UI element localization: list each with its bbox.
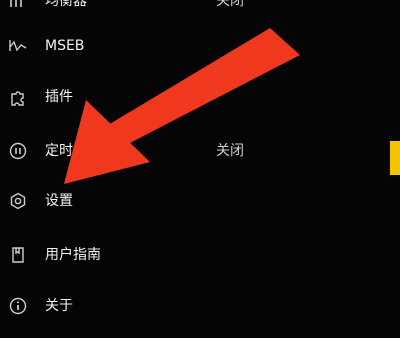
gear-icon [8, 191, 28, 211]
waveform-icon [8, 36, 28, 56]
pause-timer-icon [8, 141, 28, 161]
menu-item-label: 定时停 [45, 143, 87, 159]
scroll-indicator [390, 141, 400, 175]
menu-item-equalizer[interactable]: 均衡器 关闭 [0, 0, 300, 19]
menu-item-mseb[interactable]: MSEB [0, 28, 300, 64]
menu-item-label: 插件 [45, 89, 73, 105]
side-menu: 均衡器 关闭 MSEB 插件 定时停 关闭 设置 用户指南 关于 [0, 0, 400, 338]
menu-item-user-guide[interactable]: 用户指南 [0, 237, 300, 273]
menu-item-label: 均衡器 [45, 0, 87, 9]
puzzle-icon [8, 87, 28, 107]
info-icon [8, 296, 28, 316]
menu-item-label: 关于 [45, 298, 73, 314]
menu-item-plugins[interactable]: 插件 [0, 79, 300, 115]
menu-item-label: 用户指南 [45, 247, 101, 263]
menu-item-settings[interactable]: 设置 [0, 183, 300, 219]
equalizer-icon [8, 0, 28, 11]
menu-item-value: 关闭 [216, 0, 244, 9]
menu-item-label: 设置 [45, 193, 73, 209]
menu-item-timer[interactable]: 定时停 关闭 [0, 133, 300, 169]
menu-item-label: MSEB [45, 38, 85, 54]
menu-item-value: 关闭 [216, 143, 244, 159]
book-icon [8, 245, 28, 265]
menu-item-about[interactable]: 关于 [0, 288, 300, 324]
